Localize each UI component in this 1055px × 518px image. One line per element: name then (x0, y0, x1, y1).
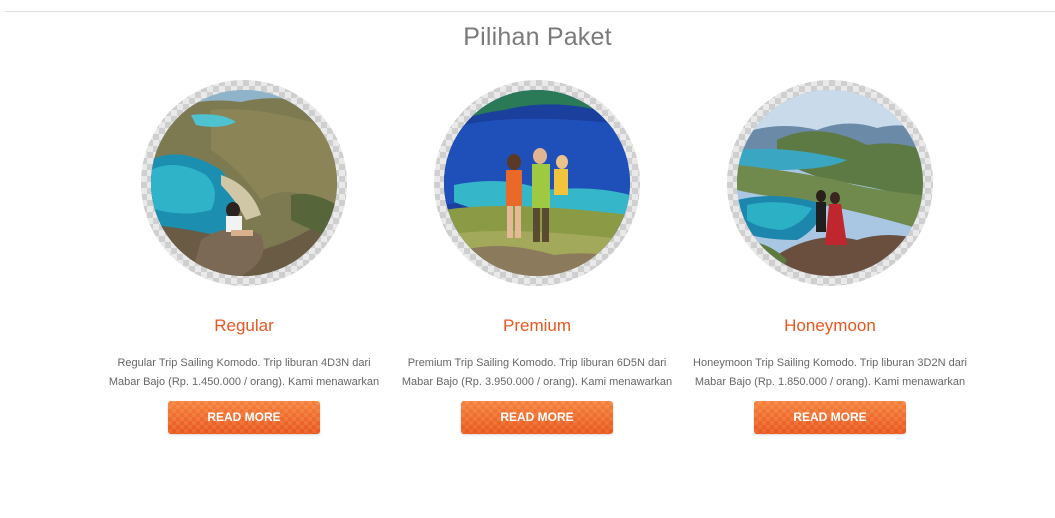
package-title: Honeymoon (784, 316, 876, 335)
package-title: Regular (214, 316, 274, 335)
package-card-honeymoon: Honeymoon Honeymoon Trip Sailing Komodo.… (670, 80, 990, 434)
package-photo-honeymoon[interactable] (737, 90, 923, 276)
package-card-premium: Premium Premium Trip Sailing Komodo. Tri… (377, 80, 697, 434)
read-more-button-premium[interactable]: READ MORE (461, 401, 613, 434)
package-photo-regular[interactable] (151, 90, 337, 276)
package-card-regular: Regular Regular Trip Sailing Komodo. Tri… (84, 80, 404, 434)
package-description: Premium Trip Sailing Komodo. Trip libura… (401, 357, 673, 388)
section-title: Pilihan Paket (463, 23, 612, 51)
read-more-button-regular[interactable]: READ MORE (168, 401, 320, 434)
package-description: Regular Trip Sailing Komodo. Trip libura… (108, 357, 380, 388)
photo-frame (434, 80, 640, 286)
photo-frame (141, 80, 347, 286)
package-description: Honeymoon Trip Sailing Komodo. Trip libu… (693, 357, 967, 388)
package-title: Premium (502, 316, 571, 335)
package-photo-premium[interactable] (444, 90, 630, 276)
top-divider (5, 11, 1055, 12)
read-more-button-honeymoon[interactable]: READ MORE (754, 401, 906, 434)
photo-frame (727, 80, 933, 286)
